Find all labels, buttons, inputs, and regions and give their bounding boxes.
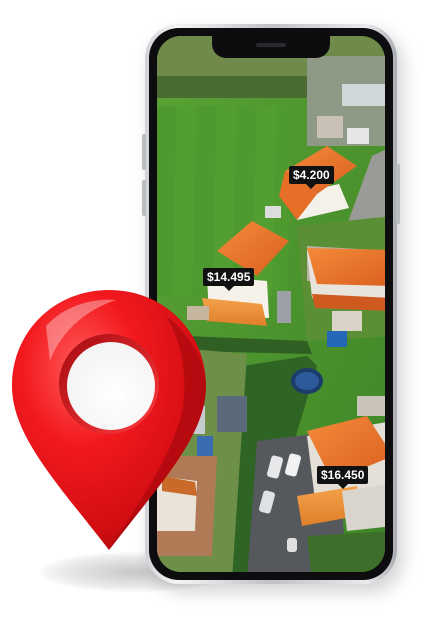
stage: $4.200 $14.495 $16.450 bbox=[0, 0, 443, 643]
phone-volume-button bbox=[142, 180, 146, 216]
phone-volume-button bbox=[142, 134, 146, 170]
map-pin-icon bbox=[12, 290, 206, 550]
price-tag[interactable]: $14.495 bbox=[203, 268, 255, 286]
phone-side-button bbox=[396, 164, 400, 224]
speaker-icon bbox=[256, 43, 286, 47]
phone-notch bbox=[212, 36, 330, 58]
price-tag[interactable]: $4.200 bbox=[289, 166, 334, 184]
price-tag[interactable]: $16.450 bbox=[317, 466, 369, 484]
